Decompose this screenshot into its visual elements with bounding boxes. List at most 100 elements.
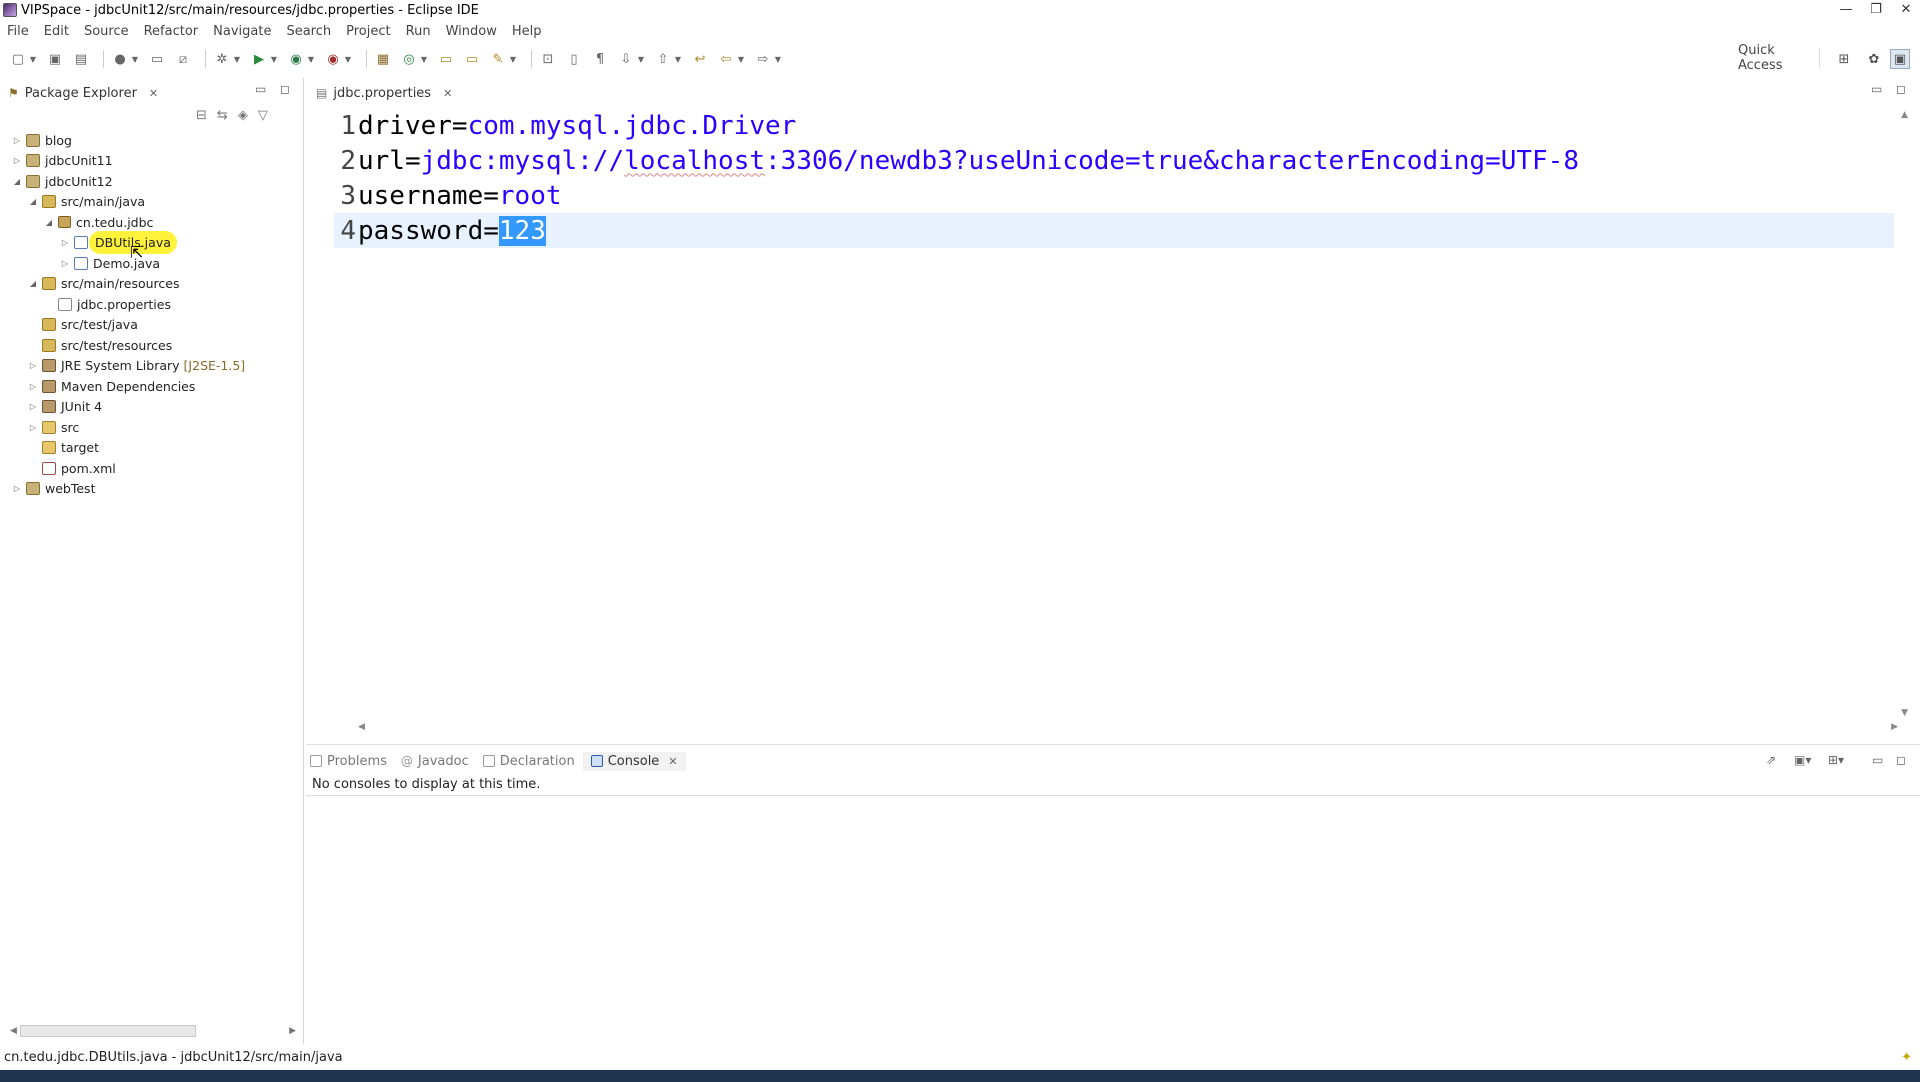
- tree-item[interactable]: src/test/resources: [0, 335, 300, 356]
- minimize-icon[interactable]: ▭: [1871, 82, 1882, 96]
- toggle-mark-icon[interactable]: ⊡: [538, 49, 558, 69]
- editor-tab-jdbc-properties[interactable]: ▤ jdbc.properties ✕: [316, 82, 452, 104]
- scroll-down-icon[interactable]: ▼: [1901, 708, 1908, 718]
- tab-console[interactable]: Console ✕: [582, 751, 686, 771]
- tab-declaration[interactable]: Declaration: [482, 754, 575, 769]
- new-class-icon[interactable]: ◎: [399, 49, 419, 69]
- open-task-icon[interactable]: ▭: [462, 49, 482, 69]
- menu-navigate[interactable]: Navigate: [213, 24, 271, 39]
- back-dropdown-icon[interactable]: ▼: [737, 49, 745, 69]
- tree-item[interactable]: ◢ jdbcUnit12: [0, 171, 300, 192]
- open-type-icon[interactable]: ▭: [436, 49, 456, 69]
- tab-javadoc[interactable]: @ Javadoc: [401, 754, 469, 769]
- new-class-dropdown-icon[interactable]: ▼: [420, 49, 428, 69]
- run-dropdown-icon[interactable]: ▼: [270, 49, 278, 69]
- maximize-icon[interactable]: ◻: [1896, 82, 1906, 96]
- menu-source[interactable]: Source: [84, 24, 129, 39]
- prev-annotation-dropdown-icon[interactable]: ▼: [674, 49, 682, 69]
- skip-breakpoints-icon[interactable]: ⧄: [173, 49, 193, 69]
- view-menu-icon[interactable]: ▽: [258, 108, 268, 123]
- tree-item[interactable]: target: [0, 438, 300, 459]
- java-perspective-icon[interactable]: ▣: [1890, 49, 1910, 69]
- menu-run[interactable]: Run: [406, 24, 431, 39]
- maximize-icon[interactable]: ◻: [1896, 753, 1906, 767]
- search-dropdown-icon[interactable]: ▼: [509, 49, 517, 69]
- profile-icon[interactable]: ●: [110, 49, 130, 69]
- run-icon[interactable]: ▶: [249, 49, 269, 69]
- coverage-icon[interactable]: ◉: [286, 49, 306, 69]
- new-java-project-icon[interactable]: ▦: [373, 49, 393, 69]
- tree-item[interactable]: ◢ cn.tedu.jdbc: [0, 212, 300, 233]
- expand-toggle-icon[interactable]: ▷: [60, 238, 70, 247]
- pin-console-icon[interactable]: ⇗: [1766, 753, 1776, 767]
- editor-hscrollbar[interactable]: ◀ ▶: [358, 722, 1898, 734]
- link-with-editor-icon[interactable]: ⇆: [217, 108, 228, 123]
- expand-toggle-icon[interactable]: ▷: [28, 402, 38, 411]
- tree-item[interactable]: ▷ Demo.java: [0, 253, 300, 274]
- scroll-left-icon[interactable]: ◀: [10, 1026, 17, 1036]
- menu-project[interactable]: Project: [346, 24, 390, 39]
- expand-toggle-icon[interactable]: ◢: [28, 279, 38, 288]
- package-explorer-tab[interactable]: ⚑ Package Explorer ✕: [8, 82, 158, 104]
- tree-item[interactable]: ▷ blog: [0, 130, 300, 151]
- coverage-dropdown-icon[interactable]: ▼: [307, 49, 315, 69]
- prev-annotation-icon[interactable]: ⇧: [653, 49, 673, 69]
- display-console-icon[interactable]: ▣▾: [1794, 753, 1811, 767]
- next-annotation-icon[interactable]: ⇩: [616, 49, 636, 69]
- menu-search[interactable]: Search: [286, 24, 331, 39]
- tree-item[interactable]: ▷ JUnit 4: [0, 397, 300, 418]
- expand-toggle-icon[interactable]: ▷: [28, 423, 38, 432]
- tree-item[interactable]: pom.xml: [0, 458, 300, 479]
- terminal-icon[interactable]: ▭: [147, 49, 167, 69]
- forward-dropdown-icon[interactable]: ▼: [774, 49, 782, 69]
- collapse-all-icon[interactable]: ⊟: [196, 108, 207, 123]
- scroll-right-icon[interactable]: ▶: [1891, 722, 1898, 732]
- scroll-up-icon[interactable]: ▲: [1901, 110, 1908, 120]
- expand-toggle-icon[interactable]: ▷: [28, 382, 38, 391]
- expand-toggle-icon[interactable]: ◢: [28, 197, 38, 206]
- minimize-icon[interactable]: ▭: [255, 82, 266, 96]
- expand-toggle-icon[interactable]: ◢: [12, 177, 22, 186]
- tree-item[interactable]: ▷ src: [0, 417, 300, 438]
- close-icon[interactable]: ✕: [1898, 2, 1914, 17]
- save-icon[interactable]: ▣: [45, 49, 65, 69]
- tree-item[interactable]: src/test/java: [0, 315, 300, 336]
- profile-dropdown-icon[interactable]: ▼: [131, 49, 139, 69]
- close-icon[interactable]: ✕: [443, 87, 452, 100]
- tab-problems[interactable]: Problems: [310, 754, 387, 769]
- expand-toggle-icon[interactable]: ◢: [44, 218, 54, 227]
- new-icon[interactable]: ▢: [8, 49, 28, 69]
- open-perspective-icon[interactable]: ⊞: [1834, 49, 1854, 69]
- save-all-icon[interactable]: ▤: [71, 49, 91, 69]
- menu-file[interactable]: File: [7, 24, 29, 39]
- tree-item[interactable]: ▷ DBUtils.java: [0, 233, 300, 254]
- open-console-icon[interactable]: ⊞▾: [1828, 753, 1844, 767]
- external-tools-dropdown-icon[interactable]: ▼: [344, 49, 352, 69]
- back-icon[interactable]: ⇦: [716, 49, 736, 69]
- expand-toggle-icon[interactable]: ▷: [28, 361, 38, 370]
- expand-toggle-icon[interactable]: ▷: [12, 156, 22, 165]
- scrollbar-thumb[interactable]: [20, 1025, 196, 1037]
- menu-refactor[interactable]: Refactor: [144, 24, 199, 39]
- package-explorer-hscrollbar[interactable]: ◀ ▶: [10, 1024, 296, 1038]
- tree-item[interactable]: jdbc.properties: [0, 294, 300, 315]
- tree-item[interactable]: ▷ webTest: [0, 479, 300, 500]
- debug-dropdown-icon[interactable]: ▼: [233, 49, 241, 69]
- expand-toggle-icon[interactable]: ▷: [60, 259, 70, 268]
- scroll-right-icon[interactable]: ▶: [289, 1026, 296, 1036]
- debug-icon[interactable]: ✲: [212, 49, 232, 69]
- menu-edit[interactable]: Edit: [44, 24, 69, 39]
- menu-window[interactable]: Window: [446, 24, 497, 39]
- scroll-left-icon[interactable]: ◀: [358, 722, 365, 732]
- tree-item[interactable]: ▷ Maven Dependencies: [0, 376, 300, 397]
- forward-icon[interactable]: ⇨: [753, 49, 773, 69]
- show-whitespace-icon[interactable]: ¶: [590, 49, 610, 69]
- search-icon[interactable]: ✎: [488, 49, 508, 69]
- code-editor[interactable]: 1 driver= com.mysql.jdbc.Driver 2 url= jdb…: [334, 108, 1894, 248]
- focus-task-icon[interactable]: ◈: [238, 108, 248, 123]
- tree-item[interactable]: ◢ src/main/resources: [0, 274, 300, 295]
- new-dropdown-icon[interactable]: ▼: [29, 49, 37, 69]
- tree-item[interactable]: ▷ jdbcUnit11: [0, 151, 300, 172]
- restore-icon[interactable]: ❐: [1868, 2, 1884, 17]
- next-annotation-dropdown-icon[interactable]: ▼: [637, 49, 645, 69]
